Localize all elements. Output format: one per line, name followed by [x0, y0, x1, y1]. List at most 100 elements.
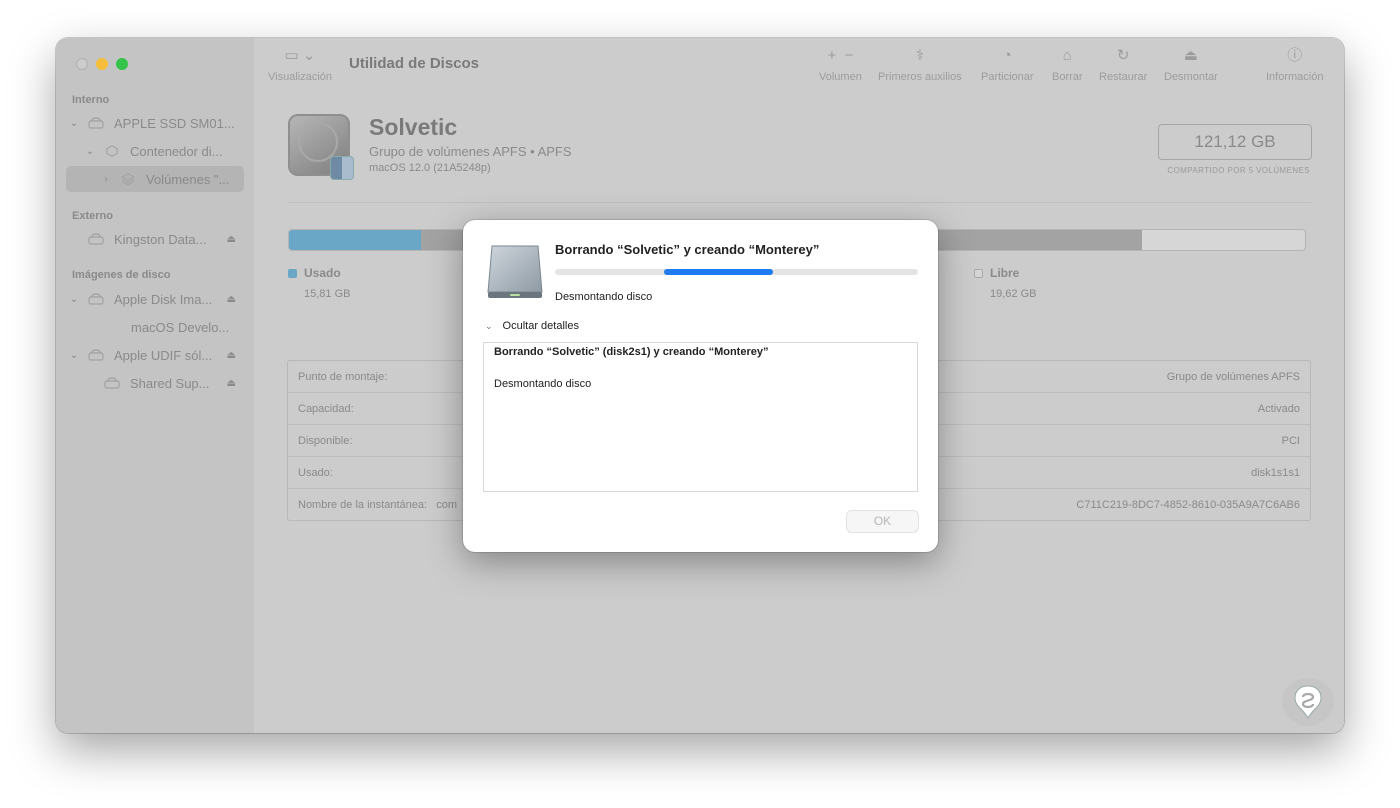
drive-icon: [88, 349, 104, 361]
sidebar-item-apple-udif[interactable]: ⌄ Apple UDIF sól... ⏏: [68, 342, 236, 368]
info-label: Disponible:: [298, 434, 353, 447]
erase-progress-dialog: Borrando “Solvetic” y creando “Monterey”…: [463, 220, 938, 552]
info-button[interactable]: ⓘ Información: [1266, 46, 1323, 83]
plus-minus-icon: + −: [827, 47, 854, 64]
chevron-down-icon[interactable]: ⌄: [84, 146, 96, 157]
erase-button[interactable]: ⌂ Borrar: [1052, 46, 1083, 83]
used-swatch: [288, 269, 297, 278]
progress-bar-fill: [663, 269, 773, 275]
info-label: Punto de montaje:: [298, 370, 388, 383]
capacity-box: 121,12 GB: [1158, 124, 1312, 160]
legend-free-value: 19,62 GB: [990, 288, 1037, 300]
sidebar-toggle-icon: ▭ ⌄: [284, 47, 316, 64]
sidebar-item-label: Kingston Data...: [114, 231, 207, 247]
dialog-title: Borrando “Solvetic” y creando “Monterey”: [555, 242, 820, 257]
minimize-window-button[interactable]: [96, 58, 108, 70]
eject-icon[interactable]: ⏏: [227, 294, 236, 305]
legend-used: Usado 15,81 GB: [288, 266, 350, 300]
sidebar-section-external: Externo: [72, 210, 113, 222]
drive-icon: [88, 117, 104, 129]
sidebar-item-label: Apple Disk Ima...: [114, 291, 213, 307]
first-aid-button[interactable]: ⚕ Primeros auxilios: [878, 46, 962, 83]
legend-free: Libre 19,62 GB: [974, 266, 1036, 300]
stethoscope-icon: ⚕: [915, 47, 924, 64]
drive-icon: [88, 233, 104, 245]
capacity-note: COMPARTIDO POR 5 VOLÚMENES: [1167, 166, 1310, 175]
volume-button-label: Volumen: [819, 71, 862, 83]
sidebar: Interno ⌄ APPLE SSD SM01... ⌄ Contenedor…: [56, 38, 255, 733]
sidebar-item-container[interactable]: ⌄ Contenedor di...: [84, 138, 246, 164]
sidebar-item-macos-developer[interactable]: macOS Develo...: [131, 314, 241, 340]
legend-used-label: Usado: [304, 266, 341, 280]
progress-bar: [555, 269, 918, 275]
unmount-button[interactable]: ⏏ Desmontar: [1164, 46, 1218, 83]
info-label-group: Nombre de la instantánea: com: [298, 499, 457, 511]
sidebar-item-kingston[interactable]: Kingston Data... ⏏: [88, 226, 236, 252]
view-button-label: Visualización: [268, 71, 333, 83]
sidebar-item-volumes[interactable]: › Volúmenes "...: [66, 166, 244, 192]
partition-button[interactable]: ◔ Particionar: [981, 46, 1034, 83]
sidebar-item-label: Contenedor di...: [130, 143, 223, 159]
info-value: disk1s1s1: [1251, 466, 1300, 479]
toolbar: ▭ ⌄ Visualización Utilidad de Discos + −…: [254, 38, 1344, 92]
dialog-status: Desmontando disco: [555, 291, 653, 303]
info-value: Grupo de volúmenes APFS: [1166, 370, 1300, 383]
chevron-down-icon[interactable]: ⌄: [68, 118, 80, 129]
info-label: Capacidad:: [298, 402, 354, 415]
sidebar-item-label: APPLE SSD SM01...: [114, 115, 235, 131]
partition-button-label: Particionar: [981, 71, 1034, 83]
info-icon: ⓘ: [1287, 47, 1303, 64]
info-button-label: Información: [1266, 71, 1324, 83]
restore-button[interactable]: ↻ Restaurar: [1099, 46, 1147, 83]
pie-icon: ◔: [1002, 47, 1012, 64]
chevron-down-icon[interactable]: ⌄: [68, 294, 80, 305]
chevron-down-icon: ⌄: [485, 320, 493, 331]
volume-subtitle: Grupo de volúmenes APFS • APFS: [369, 144, 572, 159]
info-value: Activado: [1257, 402, 1300, 415]
sidebar-item-label: Shared Sup...: [130, 375, 210, 391]
hard-drive-icon: [288, 114, 354, 180]
view-button[interactable]: ▭ ⌄ Visualización: [268, 46, 332, 83]
divider: [287, 202, 1311, 203]
eject-icon[interactable]: ⏏: [227, 350, 236, 361]
logo-icon: [1294, 685, 1322, 720]
free-swatch: [974, 269, 983, 278]
sidebar-item-apple-disk-image[interactable]: ⌄ Apple Disk Ima... ⏏: [68, 286, 236, 312]
info-value: PCI: [1281, 434, 1300, 447]
zoom-window-button[interactable]: [116, 58, 128, 70]
sidebar-item-apple-ssd[interactable]: ⌄ APPLE SSD SM01...: [68, 110, 246, 136]
details-toggle-label: Ocultar detalles: [502, 320, 579, 332]
sidebar-item-label: macOS Develo...: [131, 319, 230, 335]
eject-icon[interactable]: ⏏: [227, 378, 236, 389]
erase-button-label: Borrar: [1052, 71, 1083, 83]
close-window-button[interactable]: [76, 58, 88, 70]
info-label: Usado:: [298, 466, 333, 479]
details-log[interactable]: Borrando “Solvetic” (disk2s1) y creando …: [483, 342, 918, 492]
external-drive-icon: [487, 245, 543, 298]
info-value: C711C219-8DC7-4852-8610-035A9A7C6AB6: [1076, 498, 1300, 511]
unmount-icon: ⏏: [1183, 47, 1198, 64]
finder-icon: [330, 156, 354, 180]
solvetic-logo: [1282, 678, 1334, 726]
unmount-button-label: Desmontar: [1164, 71, 1218, 83]
info-label-tail: com: [436, 498, 457, 511]
restore-icon: ↻: [1116, 47, 1130, 64]
eject-icon[interactable]: ⏏: [227, 234, 236, 245]
chevron-down-icon[interactable]: ⌄: [68, 350, 80, 361]
log-line: Desmontando disco: [494, 378, 592, 390]
eraser-icon: ⌂: [1062, 47, 1072, 64]
info-label: Nombre de la instantánea:: [298, 498, 428, 511]
chevron-right-icon[interactable]: ›: [100, 174, 112, 185]
details-toggle[interactable]: ⌄ Ocultar detalles: [485, 320, 579, 332]
sidebar-section-internal: Interno: [72, 94, 110, 106]
restore-button-label: Restaurar: [1099, 71, 1148, 83]
container-icon: [106, 145, 118, 157]
usage-bar-used: [289, 230, 422, 250]
window-controls: [76, 58, 128, 70]
volume-button[interactable]: + − Volumen: [819, 46, 862, 83]
sidebar-item-shared-support[interactable]: Shared Sup... ⏏: [104, 370, 236, 396]
ok-button[interactable]: OK: [847, 511, 918, 532]
first-aid-button-label: Primeros auxilios: [878, 71, 962, 83]
legend-used-value: 15,81 GB: [304, 288, 351, 300]
drive-icon: [104, 377, 120, 389]
